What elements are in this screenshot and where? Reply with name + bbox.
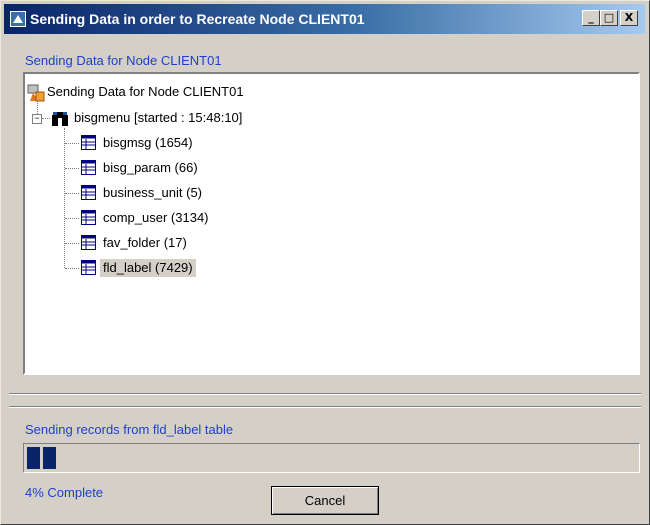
divider [9, 406, 641, 408]
table-row-label: fav_folder (17) [103, 235, 187, 250]
title-bar[interactable]: Sending Data in order to Recreate Node C… [4, 4, 645, 34]
dialog-window: Sending Data in order to Recreate Node C… [0, 0, 650, 525]
binoculars-icon [52, 112, 68, 126]
table-row-label: bisg_param (66) [103, 160, 198, 175]
status-label: Sending records from fld_label table [25, 422, 234, 437]
progress-bar [23, 443, 640, 473]
table-row-label: bisgmsg (1654) [103, 135, 193, 150]
percent-complete-label: 4% Complete [25, 485, 104, 500]
progress-block [43, 447, 56, 469]
table-icon [81, 185, 96, 200]
tree-connector [65, 243, 79, 244]
tree-child-label: bisgmenu [started : 15:48:10] [74, 110, 243, 125]
table-icon [81, 135, 96, 150]
table-row-label: business_unit (5) [103, 185, 202, 200]
tree-connector [42, 118, 50, 119]
tree-connector [65, 168, 79, 169]
table-row-label: fld_label (7429) [100, 259, 196, 277]
tree-connector [65, 218, 79, 219]
close-button[interactable]: X [620, 10, 638, 26]
node-icon [27, 84, 45, 102]
header-label: Sending Data for Node CLIENT01 [25, 53, 222, 68]
tree-connector [65, 268, 79, 269]
tree-connector [65, 193, 79, 194]
progress-tree[interactable]: Sending Data for Node CLIENT01 − bisgmen… [23, 72, 640, 375]
app-icon [10, 11, 26, 27]
table-row-label: comp_user (3134) [103, 210, 209, 225]
collapse-toggle[interactable]: − [32, 114, 42, 124]
tree-root-label: Sending Data for Node CLIENT01 [47, 84, 244, 99]
table-icon [81, 160, 96, 175]
maximize-button[interactable]: □ [600, 10, 618, 26]
tree-connector [64, 128, 65, 268]
progress-block [27, 447, 40, 469]
divider [9, 393, 641, 395]
window-title: Sending Data in order to Recreate Node C… [30, 11, 365, 27]
tree-connector [65, 143, 79, 144]
table-icon [81, 260, 96, 275]
minimize-button[interactable]: _ [582, 10, 600, 26]
table-icon [81, 235, 96, 250]
table-icon [81, 210, 96, 225]
cancel-button[interactable]: Cancel [271, 486, 379, 515]
